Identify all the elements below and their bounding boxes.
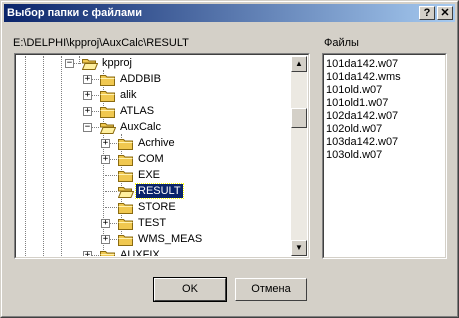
- expand-icon[interactable]: +: [101, 235, 110, 244]
- help-button[interactable]: ?: [419, 6, 435, 20]
- file-list-item[interactable]: 102old.w07: [326, 123, 401, 136]
- tree-item-addbib[interactable]: ADDBIB: [118, 72, 163, 86]
- tree-item-acrhive[interactable]: Acrhive: [136, 136, 177, 150]
- folder-tree-content: − kpproj + ADDBIB + alik + ATLAS − AuxCalc + Acrhiv…: [17, 56, 291, 256]
- tree-item-atlas[interactable]: ATLAS: [118, 104, 156, 118]
- expand-icon[interactable]: +: [83, 75, 92, 84]
- expand-icon[interactable]: +: [101, 155, 110, 164]
- folder-icon: [118, 171, 133, 182]
- folder-icon: [100, 75, 115, 86]
- folder-tree[interactable]: − kpproj + ADDBIB + alik + ATLAS − AuxCalc + Acrhiv…: [14, 53, 310, 259]
- current-path-label: E:\DELPHI\kpproj\AuxCalc\RESULT: [13, 37, 189, 49]
- file-list-item[interactable]: 101da142.wms: [326, 71, 401, 84]
- tree-connector-line: [105, 191, 117, 192]
- tree-vertical-scrollbar[interactable]: ▲ ▼: [291, 56, 307, 256]
- tree-guide-line: [25, 56, 26, 256]
- collapse-icon[interactable]: −: [83, 123, 92, 132]
- tree-item-exe[interactable]: EXE: [136, 168, 162, 182]
- tree-item-result[interactable]: RESULT: [135, 183, 184, 199]
- folder-icon: [118, 235, 133, 246]
- scroll-down-button[interactable]: ▼: [291, 240, 307, 256]
- expand-icon[interactable]: +: [83, 107, 92, 116]
- file-list-item[interactable]: 103old.w07: [326, 149, 401, 162]
- file-list-item[interactable]: 103da142.w07: [326, 136, 401, 149]
- tree-item-alik[interactable]: alik: [118, 88, 139, 102]
- expand-icon[interactable]: +: [83, 251, 92, 256]
- file-list-item[interactable]: 101old1.w07: [326, 97, 401, 110]
- folder-icon: [100, 107, 115, 118]
- file-list-item[interactable]: 101old.w07: [326, 84, 401, 97]
- tree-item-wms-meas[interactable]: WMS_MEAS: [136, 232, 204, 246]
- folder-icon: [118, 219, 133, 230]
- close-button[interactable]: ✕: [437, 6, 453, 20]
- tree-item-test[interactable]: TEST: [136, 216, 168, 230]
- scroll-up-button[interactable]: ▲: [291, 56, 307, 72]
- tree-item-auxfix[interactable]: AUXFIX: [118, 248, 162, 256]
- file-list-item[interactable]: 102da142.w07: [326, 110, 401, 123]
- window-title: Выбор папки с файлами: [7, 7, 143, 19]
- file-list-item[interactable]: 101da142.w07: [326, 58, 401, 71]
- files-list: 101da142.w07 101da142.wms 101old.w07 101old…: [326, 58, 401, 162]
- tree-guide-line: [61, 56, 62, 256]
- scroll-thumb[interactable]: [291, 108, 307, 128]
- title-bar[interactable]: Выбор папки с файлами ? ✕: [4, 4, 455, 22]
- collapse-icon[interactable]: −: [65, 59, 74, 68]
- folder-icon: [118, 139, 133, 150]
- folder-open-icon: [100, 123, 116, 134]
- cancel-button[interactable]: Отмена: [235, 278, 307, 301]
- expand-icon[interactable]: +: [83, 91, 92, 100]
- ok-button[interactable]: OK: [153, 277, 227, 302]
- folder-icon: [118, 155, 133, 166]
- files-list-box[interactable]: 101da142.w07 101da142.wms 101old.w07 101old…: [322, 53, 447, 259]
- tree-item-kpproj[interactable]: kpproj: [100, 56, 134, 70]
- expand-icon[interactable]: +: [101, 139, 110, 148]
- files-label: Файлы: [324, 37, 359, 49]
- folder-picker-dialog: Выбор папки с файлами ? ✕ E:\DELPHI\kppr…: [0, 0, 459, 318]
- folder-icon: [100, 91, 115, 102]
- folder-icon: [100, 251, 115, 256]
- tree-connector-line: [105, 207, 117, 208]
- folder-icon: [118, 203, 133, 214]
- tree-connector-line: [105, 175, 117, 176]
- folder-open-icon: [118, 187, 134, 198]
- tree-item-com[interactable]: COM: [136, 152, 166, 166]
- folder-open-icon: [82, 59, 98, 70]
- expand-icon[interactable]: +: [101, 219, 110, 228]
- tree-item-auxcalc[interactable]: AuxCalc: [118, 120, 163, 134]
- tree-item-store[interactable]: STORE: [136, 200, 178, 214]
- tree-guide-line: [43, 56, 44, 256]
